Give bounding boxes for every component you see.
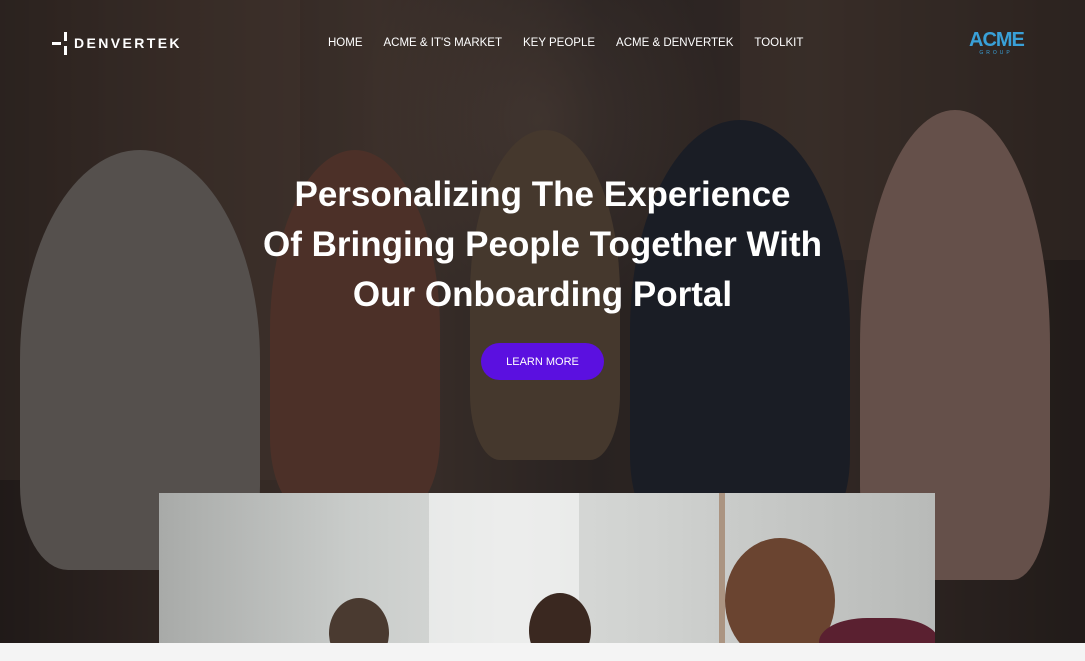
headline-line-3: Our Onboarding Portal bbox=[352, 275, 733, 314]
nav-key-people[interactable]: KEY PEOPLE bbox=[523, 37, 595, 49]
page-bottom-strip bbox=[0, 643, 1085, 661]
main-nav: HOME ACME & IT'S MARKET KEY PEOPLE ACME … bbox=[328, 37, 803, 49]
door-frame bbox=[719, 493, 725, 661]
team-meeting-photo bbox=[159, 493, 935, 661]
learn-more-button[interactable]: LEARN MORE bbox=[481, 343, 604, 380]
brand-logo[interactable]: DENVERTEK bbox=[52, 31, 182, 55]
headline-line-1: Personalizing The Experience bbox=[294, 175, 791, 214]
nav-toolkit[interactable]: TOOLKIT bbox=[754, 37, 803, 49]
hero-headline: Personalizing The Experience Of Bringing… bbox=[0, 170, 1085, 320]
brand-name: DENVERTEK bbox=[74, 35, 182, 51]
acme-group-logo[interactable]: ACME GROUP bbox=[969, 29, 1025, 58]
denvertek-mark-icon bbox=[52, 31, 68, 55]
nav-home[interactable]: HOME bbox=[328, 37, 363, 49]
nav-acme-market[interactable]: ACME & IT'S MARKET bbox=[384, 37, 503, 49]
nav-acme-denvertek[interactable]: ACME & DENVERTEK bbox=[616, 37, 733, 49]
acme-logo-word: ACME bbox=[969, 29, 1025, 51]
headline-line-2: Of Bringing People Together With bbox=[262, 225, 822, 264]
